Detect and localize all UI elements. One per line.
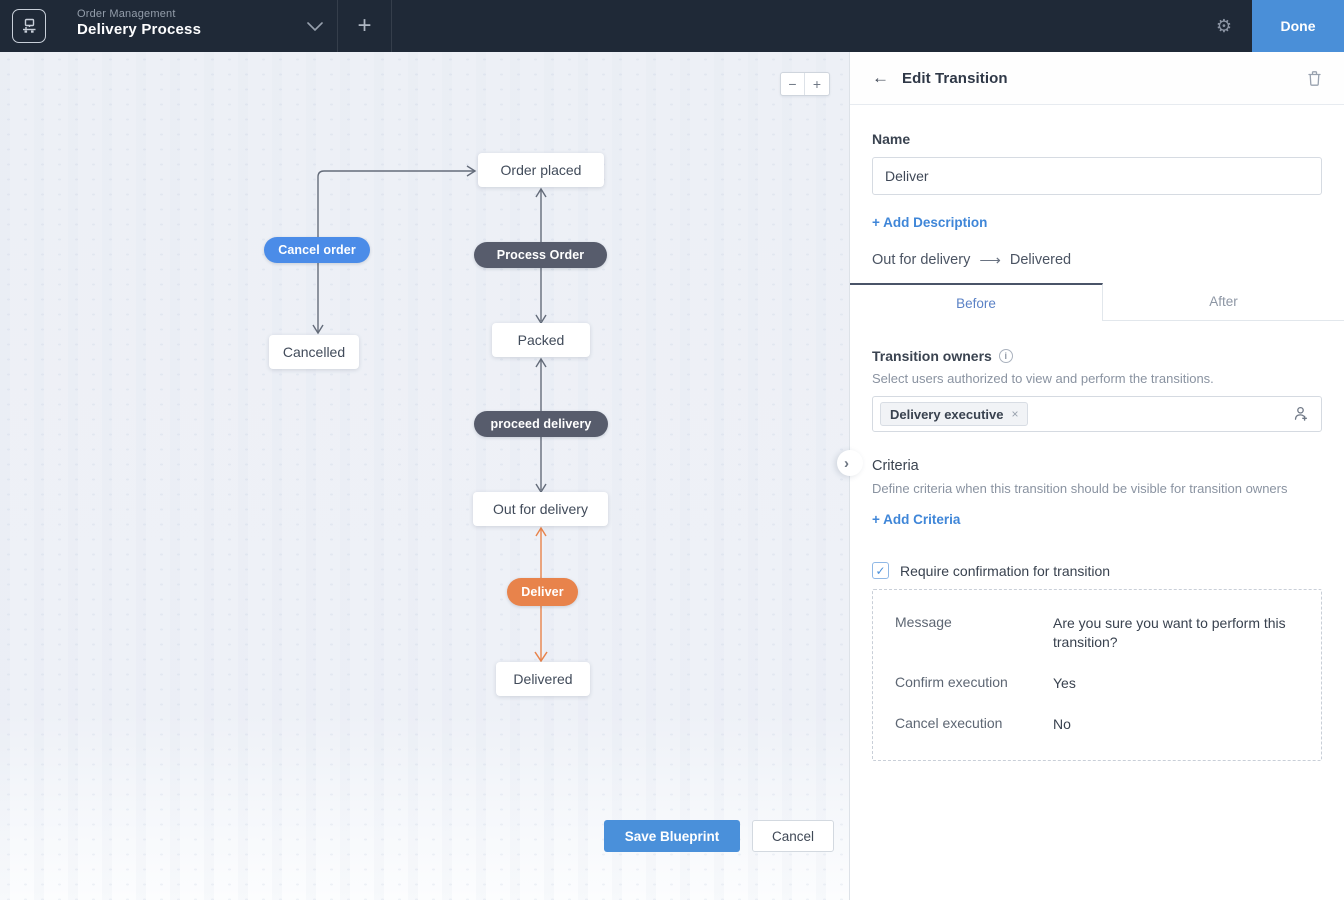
breadcrumb: Order Management — [77, 8, 293, 20]
transition-pill-proceed-delivery[interactable]: proceed delivery — [474, 411, 608, 437]
require-confirmation-checkbox[interactable]: ✓ — [872, 562, 889, 579]
require-confirmation-row: ✓ Require confirmation for transition — [872, 562, 1322, 579]
long-arrow-icon: ⟶ — [979, 251, 1001, 269]
transition-name-input[interactable] — [872, 157, 1322, 195]
transition-pill-deliver[interactable]: Deliver — [507, 578, 578, 606]
edit-transition-panel: › ← Edit Transition Name + Add Descripti… — [849, 52, 1344, 900]
save-blueprint-button[interactable]: Save Blueprint — [604, 820, 740, 852]
panel-title: Edit Transition — [902, 70, 1008, 87]
add-criteria-link[interactable]: + Add Criteria — [872, 512, 960, 527]
back-arrow-icon[interactable]: ← — [872, 68, 889, 88]
flow-connectors — [0, 52, 849, 900]
state-node-delivered[interactable]: Delivered — [496, 662, 590, 696]
require-confirmation-label: Require confirmation for transition — [900, 563, 1110, 579]
transition-pill-cancel-order[interactable]: Cancel order — [264, 237, 370, 263]
blueprint-canvas[interactable]: − + Order placed Packed Out for delivery… — [0, 52, 849, 900]
panel-collapse-handle[interactable]: › — [837, 450, 863, 476]
cancel-button[interactable]: Cancel — [752, 820, 834, 852]
check-icon: ✓ — [875, 564, 885, 578]
state-node-cancelled[interactable]: Cancelled — [269, 335, 359, 369]
name-label: Name — [872, 131, 1322, 147]
done-button[interactable]: Done — [1252, 0, 1344, 52]
confirmation-details-box: Message Are you sure you want to perform… — [872, 589, 1322, 761]
transition-pill-process-order[interactable]: Process Order — [474, 242, 607, 268]
state-node-packed[interactable]: Packed — [492, 323, 590, 357]
add-user-icon[interactable] — [1291, 405, 1309, 423]
page-title: Delivery Process — [77, 21, 293, 38]
owner-chip[interactable]: Delivery executive × — [880, 402, 1028, 426]
path-to-state: Delivered — [1010, 252, 1071, 268]
criteria-label: Criteria — [872, 458, 1322, 474]
zoom-out-button[interactable]: − — [781, 73, 805, 95]
panel-header: ← Edit Transition — [850, 52, 1344, 105]
transition-path: Out for delivery ⟶ Delivered — [872, 251, 1322, 269]
zoom-controls: − + — [780, 72, 830, 96]
top-bar: Order Management Delivery Process + ⚙ Do… — [0, 0, 1344, 52]
state-node-order-placed[interactable]: Order placed — [478, 153, 604, 187]
transition-owners-help: Select users authorized to view and perf… — [872, 371, 1322, 386]
confirmation-row-cancel: Cancel execution No — [895, 715, 1299, 734]
chip-close-icon[interactable]: × — [1011, 407, 1018, 421]
info-icon[interactable]: i — [999, 349, 1013, 363]
add-description-link[interactable]: + Add Description — [872, 215, 987, 230]
chevron-right-icon: › — [844, 455, 849, 472]
title-block: Order Management Delivery Process — [77, 0, 293, 52]
tab-after[interactable]: After — [1103, 283, 1344, 320]
tab-before[interactable]: Before — [850, 283, 1103, 321]
transition-owners-field[interactable]: Delivery executive × — [872, 396, 1322, 432]
owner-chip-label: Delivery executive — [890, 407, 1003, 422]
add-process-button[interactable]: + — [338, 0, 391, 52]
before-after-tabs: Before After — [850, 283, 1344, 321]
criteria-help: Define criteria when this transition sho… — [872, 481, 1322, 496]
blueprint-logo-icon — [12, 9, 46, 43]
state-node-out-for-delivery[interactable]: Out for delivery — [473, 492, 608, 526]
gear-icon[interactable]: ⚙ — [1196, 0, 1252, 52]
confirmation-row-message: Message Are you sure you want to perform… — [895, 614, 1299, 652]
zoom-in-button[interactable]: + — [805, 73, 829, 95]
confirmation-row-confirm: Confirm execution Yes — [895, 674, 1299, 693]
process-switcher-chevron-down-icon[interactable] — [293, 0, 337, 52]
path-from-state: Out for delivery — [872, 252, 970, 268]
trash-icon[interactable] — [1307, 70, 1322, 87]
transition-owners-label: Transition owners i — [872, 348, 1322, 364]
